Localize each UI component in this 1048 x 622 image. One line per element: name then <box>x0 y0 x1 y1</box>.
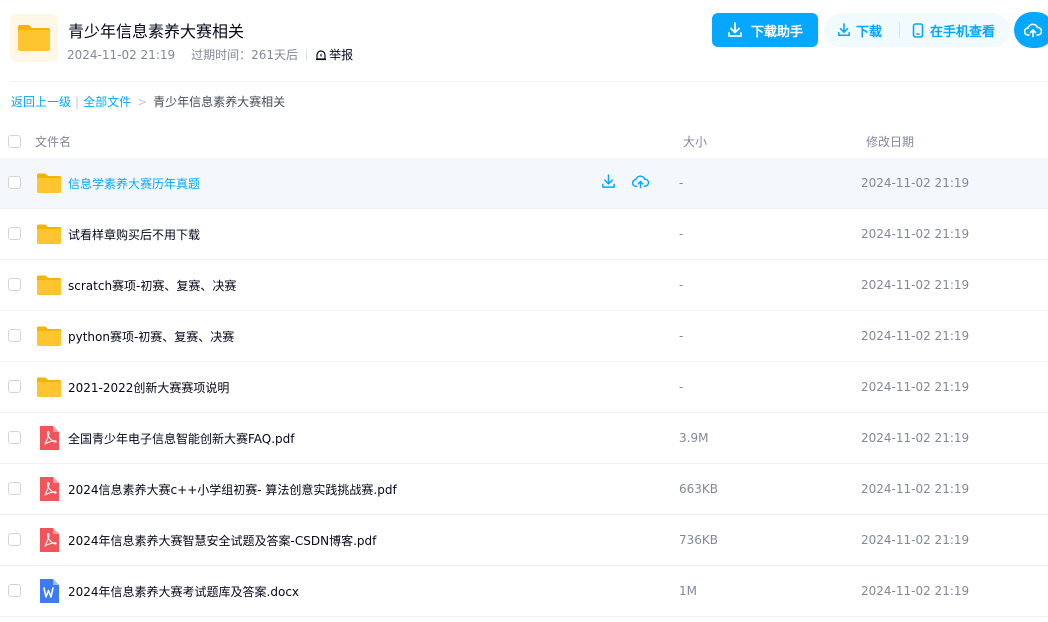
meta-divider <box>306 48 308 61</box>
download-icon <box>837 23 851 37</box>
pdf-file-icon <box>40 528 59 552</box>
row-checkbox[interactable] <box>8 431 21 444</box>
view-on-phone-label: 在手机查看 <box>930 24 996 40</box>
file-name[interactable]: 2021-2022创新大赛赛项说明 <box>68 379 229 396</box>
file-size: 663KB <box>679 482 719 496</box>
file-name[interactable]: 2024信息素养大赛c++小学组初赛- 算法创意实践挑战赛.pdf <box>68 481 397 498</box>
file-size: 1M <box>679 584 697 598</box>
folder-icon <box>37 377 61 397</box>
report-link[interactable]: 举报 <box>315 46 353 63</box>
file-row[interactable]: scratch赛项-初赛、复赛、决赛 - 2024-11-02 21:19 <box>0 260 1048 311</box>
file-date: 2024-11-02 21:19 <box>861 431 970 445</box>
row-checkbox[interactable] <box>8 380 21 393</box>
file-row[interactable]: 2024信息素养大赛c++小学组初赛- 算法创意实践挑战赛.pdf 663KB … <box>0 464 1048 515</box>
file-size: - <box>679 176 684 190</box>
row-checkbox[interactable] <box>8 533 21 546</box>
download-helper-button[interactable]: 下载助手 <box>712 13 818 47</box>
file-row[interactable]: 试看样章购买后不用下载 - 2024-11-02 21:19 <box>0 209 1048 260</box>
file-list: 信息学素养大赛历年真题 - 2024-11-02 21:19 试看样章购买后不用… <box>0 158 1048 617</box>
file-table-header: 文件名 大小 修改日期 <box>0 128 1048 154</box>
row-checkbox[interactable] <box>8 176 21 189</box>
all-files-link[interactable]: 全部文件 <box>83 93 131 110</box>
folder-icon <box>37 275 61 295</box>
report-label: 举报 <box>329 48 354 62</box>
file-row[interactable]: 2024年信息素养大赛智慧安全试题及答案-CSDN博客.pdf 736KB 20… <box>0 515 1048 566</box>
file-size: 736KB <box>679 533 719 547</box>
file-name[interactable]: python赛项-初赛、复赛、决赛 <box>68 328 234 345</box>
share-header: 青少年信息素养大赛相关 2024-11-02 21:19 过期时间： 261天后… <box>0 0 1048 80</box>
pdf-file-icon <box>40 426 59 450</box>
row-actions <box>601 174 665 193</box>
row-checkbox[interactable] <box>8 584 21 597</box>
share-meta: 2024-11-02 21:19 过期时间： 261天后 举报 <box>67 46 353 63</box>
row-checkbox[interactable] <box>8 482 21 495</box>
file-size: - <box>679 227 684 241</box>
expire-label: 过期时间： <box>191 48 252 62</box>
save-to-cloud-button[interactable] <box>1014 12 1048 48</box>
file-date: 2024-11-02 21:19 <box>861 380 970 394</box>
file-date: 2024-11-02 21:19 <box>861 227 970 241</box>
row-download-icon[interactable] <box>601 174 616 193</box>
breadcrumb: 返回上一级 | 全部文件 > 青少年信息素养大赛相关 <box>11 93 285 110</box>
file-date: 2024-11-02 21:19 <box>861 176 970 190</box>
file-row[interactable]: python赛项-初赛、复赛、决赛 - 2024-11-02 21:19 <box>0 311 1048 362</box>
share-title: 青少年信息素养大赛相关 <box>68 22 245 41</box>
file-size: - <box>679 278 684 292</box>
row-checkbox[interactable] <box>8 227 21 240</box>
expire-value: 261天后 <box>251 48 299 62</box>
download-icon <box>728 22 742 37</box>
report-icon <box>316 49 327 60</box>
breadcrumb-chevron-icon: > <box>137 94 148 109</box>
column-header-name[interactable]: 文件名 <box>35 133 71 150</box>
file-size: 3.9M <box>679 431 709 445</box>
file-row[interactable]: 信息学素养大赛历年真题 - 2024-11-02 21:19 <box>0 158 1048 209</box>
breadcrumb-current: 青少年信息素养大赛相关 <box>153 95 286 109</box>
view-on-phone-button[interactable]: 在手机查看 <box>900 21 995 40</box>
file-size: - <box>679 329 684 343</box>
file-date: 2024-11-02 21:19 <box>861 482 970 496</box>
created-time: 2024-11-02 21:19 <box>67 47 176 62</box>
file-row[interactable]: 2024年信息素养大赛考试题库及答案.docx 1M 2024-11-02 21… <box>0 566 1048 617</box>
pdf-file-icon <box>40 477 59 501</box>
file-name[interactable]: 试看样章购买后不用下载 <box>68 226 200 243</box>
phone-icon <box>912 22 924 38</box>
folder-icon <box>37 224 61 244</box>
file-date: 2024-11-02 21:19 <box>861 278 970 292</box>
folder-icon <box>37 173 61 193</box>
file-name[interactable]: scratch赛项-初赛、复赛、决赛 <box>68 277 236 294</box>
file-row[interactable]: 全国青少年电子信息智能创新大赛FAQ.pdf 3.9M 2024-11-02 2… <box>0 413 1048 464</box>
column-header-date[interactable]: 修改日期 <box>866 133 914 150</box>
breadcrumb-separator: | <box>75 94 80 109</box>
folder-icon <box>10 14 58 62</box>
file-name[interactable]: 全国青少年电子信息智能创新大赛FAQ.pdf <box>68 430 295 447</box>
file-row[interactable]: 2021-2022创新大赛赛项说明 - 2024-11-02 21:19 <box>0 362 1048 413</box>
file-name[interactable]: 2024年信息素养大赛智慧安全试题及答案-CSDN博客.pdf <box>68 532 376 549</box>
word-file-icon <box>40 579 59 603</box>
row-save-cloud-icon[interactable] <box>631 174 650 193</box>
file-date: 2024-11-02 21:19 <box>861 584 970 598</box>
row-checkbox[interactable] <box>8 278 21 291</box>
file-name[interactable]: 2024年信息素养大赛考试题库及答案.docx <box>68 583 299 600</box>
file-name[interactable]: 信息学素养大赛历年真题 <box>68 175 200 192</box>
select-all-checkbox[interactable] <box>8 135 21 148</box>
download-button[interactable]: 下载 <box>824 21 899 40</box>
folder-icon <box>37 326 61 346</box>
download-label: 下载 <box>856 24 883 40</box>
back-link[interactable]: 返回上一级 <box>11 93 71 110</box>
column-header-size[interactable]: 大小 <box>683 133 707 150</box>
action-button-group: 下载 在手机查看 <box>824 13 1010 47</box>
file-date: 2024-11-02 21:19 <box>861 329 970 343</box>
cloud-save-icon <box>1024 23 1042 38</box>
row-checkbox[interactable] <box>8 329 21 342</box>
file-size: - <box>679 380 684 394</box>
download-helper-label: 下载助手 <box>750 24 803 40</box>
file-date: 2024-11-02 21:19 <box>861 533 970 547</box>
header-divider <box>10 81 1048 82</box>
